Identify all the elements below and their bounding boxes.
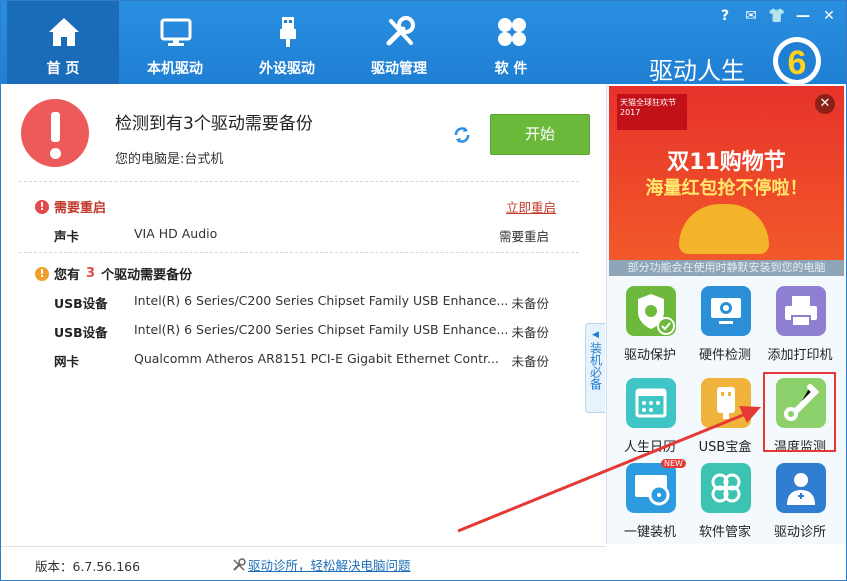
promo-subtitle: 海量红包抢不停啦！ [645, 178, 808, 199]
apps-icon [498, 18, 526, 46]
shield-gear-icon [626, 286, 676, 336]
help-icon[interactable]: ? [716, 7, 734, 25]
device-name: Intel(R) 6 Series/C200 Series Chipset Fa… [134, 293, 509, 308]
tool-hardware-check[interactable]: 硬件检测 [685, 286, 765, 366]
table-row: USB设备 Intel(R) 6 Series/C200 Series Chip… [54, 293, 554, 313]
new-badge: NEW [661, 459, 686, 468]
table-row: USB设备 Intel(R) 6 Series/C200 Series Chip… [54, 322, 554, 342]
highlight-box [763, 372, 836, 452]
driver-clinic-link[interactable]: 驱动诊所，轻松解决电脑问题 [232, 555, 411, 574]
device-category: 声卡 [54, 229, 80, 244]
calendar-icon [626, 378, 676, 428]
usb-box-icon [701, 378, 751, 428]
tab-driver-management-label: 驱动管理 [371, 61, 427, 77]
home-icon [49, 18, 79, 46]
monitor-check-icon [701, 286, 751, 336]
tool-driver-clinic[interactable]: 驱动诊所 [760, 463, 840, 543]
brand-logo-icon: 6 [773, 37, 821, 85]
backup-title-pre: 您有 [54, 268, 81, 283]
tool-add-printer[interactable]: 添加打印机 [760, 286, 840, 366]
silent-install-note: 部分功能会在使用时静默安装到您的电脑 [609, 260, 844, 276]
window-controls: ? ✉ 👕 — ✕ [716, 7, 838, 27]
footer-bar: 版本：6.7.56.166 驱动诊所，轻松解决电脑问题 [1, 546, 606, 580]
brand-logo-text: 6 [788, 44, 807, 82]
tool-driver-protect[interactable]: 驱动保护 [610, 286, 690, 366]
restart-section-header: ! 需要重启 [35, 197, 106, 216]
tab-local-drivers-label: 本机驱动 [147, 61, 203, 77]
table-row: 声卡 VIA HD Audio 需要重启 [54, 226, 554, 246]
device-category: USB设备 [54, 296, 108, 311]
device-name: Intel(R) 6 Series/C200 Series Chipset Fa… [134, 322, 509, 337]
usb-icon [280, 17, 296, 47]
scan-result-headline: 检测到有3个驱动需要备份 [115, 114, 313, 134]
tab-software-label: 软 件 [494, 61, 528, 77]
monitor-icon [160, 18, 192, 46]
top-nav-bar: 首 页 本机驱动 外设驱动 驱动管理 软 件 ? ✉ 👕 — ✕ 驱动人生 6 [1, 1, 846, 85]
close-ad-icon[interactable]: ✕ [815, 94, 835, 114]
divider [19, 181, 579, 182]
disc-install-icon [626, 463, 676, 513]
tab-local-drivers[interactable]: 本机驱动 [119, 1, 231, 84]
warning-small-icon: ! [35, 266, 49, 281]
tool-software-manager[interactable]: 软件管家 [685, 463, 765, 543]
minimize-icon[interactable]: — [794, 7, 812, 25]
backup-title-post: 个驱动需要备份 [101, 268, 193, 283]
install-essentials-tab[interactable]: ◀ 装机必备 [585, 323, 605, 413]
version-label: 版本：6.7.56.166 [35, 559, 141, 574]
device-name: Qualcomm Atheros AR8151 PCI-E Gigabit Et… [134, 351, 499, 366]
refresh-icon[interactable] [452, 125, 472, 145]
tab-peripheral-drivers-label: 外设驱动 [259, 61, 315, 77]
chevron-left-icon: ◀ [592, 330, 599, 340]
printer-icon [776, 286, 826, 336]
tool-usb-box[interactable]: USB宝盒 [685, 378, 765, 458]
restart-section-title: 需要重启 [54, 201, 107, 216]
warning-icon [21, 99, 89, 167]
promo-banner[interactable]: 天猫全球狂欢节 2017 双11购物节 海量红包抢不停啦！ ✕ [609, 86, 844, 264]
main-window: 首 页 本机驱动 外设驱动 驱动管理 软 件 ? ✉ 👕 — ✕ 驱动人生 6 … [0, 0, 847, 581]
promo-tag: 天猫全球狂欢节 2017 [617, 94, 687, 130]
tool-one-click-install[interactable]: 一键装机 [610, 463, 690, 543]
device-name: VIA HD Audio [134, 226, 218, 241]
clover-apps-icon [701, 463, 751, 513]
tab-peripheral-drivers[interactable]: 外设驱动 [231, 1, 343, 84]
error-icon: ! [35, 199, 49, 214]
doctor-icon [776, 463, 826, 513]
tool-label: 驱动诊所 [773, 525, 826, 540]
tab-home[interactable]: 首 页 [7, 1, 119, 84]
device-status: 未备份 [511, 354, 549, 369]
divider [19, 252, 579, 253]
backup-section-header: ! 您有 3 个驱动需要备份 [35, 264, 192, 283]
backup-count: 3 [86, 266, 96, 281]
brand-title: 驱动人生 [649, 57, 745, 85]
pc-type-label: 您的电脑是:台式机 [115, 152, 224, 167]
table-row: 网卡 Qualcomm Atheros AR8151 PCI-E Gigabit… [54, 351, 554, 371]
promo-title: 双11购物节 [667, 150, 786, 175]
close-icon[interactable]: ✕ [820, 7, 838, 25]
device-status: 未备份 [511, 296, 549, 311]
device-status: 未备份 [511, 325, 549, 340]
tab-driver-management[interactable]: 驱动管理 [343, 1, 455, 84]
tool-label: 添加打印机 [767, 348, 833, 363]
restart-now-link[interactable]: 立即重启 [506, 197, 556, 216]
tab-software[interactable]: 软 件 [455, 1, 567, 84]
tools-icon [386, 16, 415, 46]
wrench-icon [233, 557, 246, 571]
gold-coins-image [679, 204, 769, 254]
tab-home-label: 首 页 [46, 61, 80, 77]
driver-clinic-link-label: 驱动诊所，轻松解决电脑问题 [248, 558, 411, 573]
install-essentials-label: 装机必备 [588, 342, 603, 390]
device-status: 需要重启 [498, 229, 549, 244]
feedback-icon[interactable]: ✉ [742, 7, 760, 25]
tool-calendar[interactable]: 人生日历 [610, 378, 690, 458]
device-category: 网卡 [54, 354, 80, 369]
skin-icon[interactable]: 👕 [768, 7, 786, 25]
device-category: USB设备 [54, 325, 108, 340]
start-backup-button[interactable]: 开始 [490, 114, 590, 155]
